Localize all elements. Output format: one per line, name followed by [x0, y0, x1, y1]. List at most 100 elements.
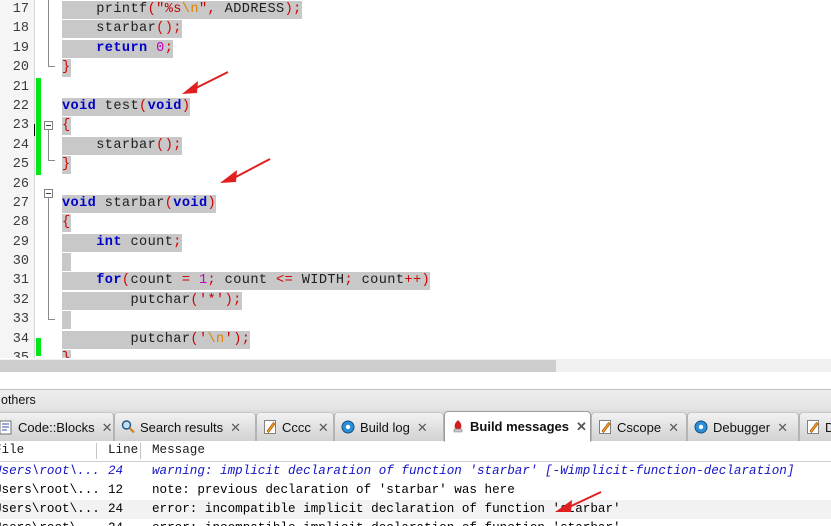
line-number: 25 [0, 155, 34, 175]
tab-cccc[interactable]: Cccc ✕ [256, 412, 334, 441]
table-row[interactable]: Users\root\... 24 error: incompatible im… [0, 519, 831, 526]
code-line-text[interactable]: starbar(); [62, 19, 182, 39]
line-number: 30 [0, 252, 34, 272]
code-line[interactable]: 19 return 0; [0, 38, 831, 59]
code-line[interactable]: 24 starbar(); [0, 135, 831, 156]
gear-blue-icon [340, 419, 356, 435]
cell-message: note: previous declaration of 'starbar' … [152, 483, 515, 497]
bottom-panel-tabbar[interactable]: Code::Blocks ✕ Search results ✕ Cccc ✕ B… [0, 410, 831, 442]
code-line[interactable]: 20 } [0, 58, 831, 78]
code-line[interactable]: 27 void starbar(void) [0, 193, 831, 214]
build-messages-icon [450, 419, 466, 435]
tab-label: Build log [360, 419, 410, 435]
code-line-text[interactable]: } [62, 349, 71, 358]
tab-search-results[interactable]: Search results ✕ [114, 412, 256, 441]
code-line-text[interactable] [62, 310, 71, 330]
grid-header-row: File Line Message [0, 441, 831, 462]
column-header-line[interactable]: Line [108, 443, 138, 457]
build-messages-grid[interactable]: File Line Message Users\root\... 24 warn… [0, 441, 831, 526]
code-line-text[interactable]: { [62, 116, 71, 136]
close-icon[interactable]: ✕ [102, 421, 113, 434]
tab-label: Cscope [617, 419, 662, 435]
code-line[interactable]: 33 [0, 310, 831, 330]
column-divider[interactable] [140, 443, 141, 459]
others-toolbar[interactable]: others [0, 389, 831, 412]
panel-splitter[interactable] [0, 372, 831, 390]
code-lines-container: 17 printf("%s\n", ADDRESS); 18 starbar()… [0, 0, 831, 358]
line-number: 19 [0, 38, 34, 59]
code-line-text[interactable]: } [62, 58, 71, 78]
tab-build-messages[interactable]: Build messages ✕ [444, 411, 591, 442]
code-line[interactable]: 34 putchar('\n'); [0, 329, 831, 350]
line-number: 28 [0, 213, 34, 233]
code-line-text[interactable]: } [62, 155, 71, 175]
tab-label: Build messages [470, 419, 569, 434]
line-number: 31 [0, 271, 34, 291]
tab-label: Search results [140, 419, 224, 435]
tab-clipped-overflow[interactable]: D [799, 412, 831, 441]
table-row[interactable]: Users\root\... 12 note: previous declara… [0, 481, 831, 500]
code-line-text[interactable]: starbar(); [62, 136, 182, 155]
line-number: 27 [0, 193, 34, 214]
line-number: 29 [0, 232, 34, 253]
close-icon[interactable]: ✕ [230, 421, 241, 434]
cell-file: Users\root\... [0, 483, 100, 497]
code-line-text[interactable]: for(count = 1; count <= WIDTH; count++) [62, 271, 431, 291]
code-line[interactable]: 29 int count; [0, 232, 831, 253]
close-icon[interactable]: ✕ [318, 421, 329, 434]
close-icon[interactable]: ✕ [417, 421, 428, 434]
close-icon[interactable]: ✕ [777, 421, 788, 434]
code-line-text[interactable]: putchar('\n'); [62, 330, 251, 349]
column-header-message[interactable]: Message [152, 443, 205, 457]
code-line[interactable]: 17 printf("%s\n", ADDRESS); [0, 0, 831, 20]
cell-file: Users\root\... [0, 521, 100, 526]
close-icon[interactable]: ✕ [668, 421, 679, 434]
code-line[interactable]: 26 [0, 174, 831, 194]
tab-build-log[interactable]: Build log ✕ [334, 412, 444, 441]
editor-horizontal-scrollbar[interactable] [0, 358, 831, 373]
code-line-text[interactable]: printf("%s\n", ADDRESS); [62, 0, 302, 19]
cell-line: 24 [108, 464, 124, 478]
table-row[interactable]: Users\root\... 24 warning: implicit decl… [0, 462, 831, 481]
code-line[interactable]: 35 } [0, 349, 831, 358]
cell-line: 24 [108, 521, 123, 526]
line-number: 34 [0, 329, 34, 350]
table-row[interactable]: Users\root\... 24 error: incompatible im… [0, 500, 831, 519]
cell-line: 12 [108, 483, 124, 497]
column-header-file[interactable]: File [0, 443, 24, 457]
cell-file: Users\root\... [0, 464, 100, 478]
source-editor[interactable]: 17 printf("%s\n", ADDRESS); 18 starbar()… [0, 0, 831, 358]
code-line[interactable]: 18 starbar(); [0, 19, 831, 39]
code-line[interactable]: 22 void test(void) [0, 96, 831, 117]
line-number: 21 [0, 77, 34, 97]
gear-blue-icon [693, 419, 709, 435]
tab-label: Debugger [713, 419, 771, 435]
tab-debugger[interactable]: Debugger ✕ [687, 412, 799, 441]
others-label: others [1, 393, 36, 407]
tab-cscope[interactable]: Cscope ✕ [591, 412, 687, 441]
code-line-text[interactable]: { [62, 213, 71, 233]
codeblocks-ide-window: 17 printf("%s\n", ADDRESS); 18 starbar()… [0, 0, 831, 526]
cell-line: 24 [108, 502, 124, 516]
line-number: 18 [0, 19, 34, 39]
code-line[interactable]: 25 } [0, 155, 831, 175]
close-icon[interactable]: ✕ [576, 420, 587, 433]
code-line[interactable]: 23 { [0, 116, 831, 136]
code-line[interactable]: 32 putchar('*'); [0, 290, 831, 311]
code-line-text[interactable]: putchar('*'); [62, 291, 242, 310]
cell-message: error: incompatible implicit declaration… [152, 502, 621, 516]
line-number: 17 [0, 0, 34, 20]
code-line[interactable]: 21 [0, 77, 831, 97]
line-number: 24 [0, 135, 34, 156]
code-line-text[interactable]: void test(void) [62, 97, 191, 116]
column-divider[interactable] [96, 443, 97, 459]
code-line-text[interactable]: void starbar(void) [62, 194, 217, 213]
code-line[interactable]: 28 { [0, 213, 831, 233]
code-line-text[interactable]: return 0; [62, 39, 174, 58]
code-line-text[interactable]: int count; [62, 233, 182, 252]
tab-code-blocks[interactable]: Code::Blocks ✕ [0, 412, 114, 441]
code-line[interactable]: 30 [0, 252, 831, 272]
code-line-text[interactable] [62, 252, 71, 272]
line-number: 35 [0, 349, 34, 358]
code-line[interactable]: 31 for(count = 1; count <= WIDTH; count+… [0, 271, 831, 291]
